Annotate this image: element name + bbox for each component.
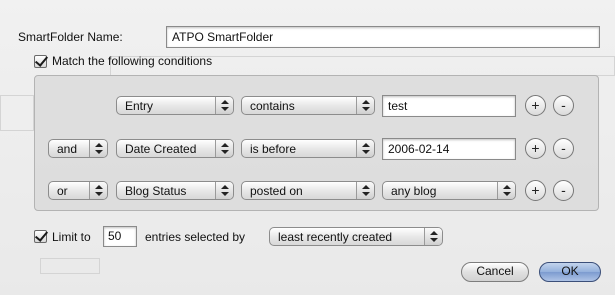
limit-order-label: least recently created [278,230,393,244]
ok-button[interactable]: OK [539,262,601,282]
popup-arrows-icon [356,140,374,157]
condition-2-conjunction-popup[interactable]: and [48,139,108,158]
popup-arrows-icon [356,97,374,114]
popup-arrows-icon [215,140,233,157]
popup-arrows-icon [497,182,515,199]
condition-1-add-button[interactable]: + [525,95,546,116]
condition-3-field-popup[interactable]: Blog Status [116,181,234,200]
condition-1-field-popup[interactable]: Entry [116,96,234,115]
condition-3-field-label: Blog Status [125,184,187,198]
condition-3-add-button[interactable]: + [525,180,546,201]
popup-arrows-icon [424,228,442,245]
popup-arrows-icon [356,182,374,199]
condition-1-operator-popup[interactable]: contains [241,96,375,115]
cancel-button[interactable]: Cancel [461,262,529,282]
condition-2-conjunction-label: and [57,142,78,156]
match-conditions-checkbox[interactable] [34,55,47,68]
condition-2-field-popup[interactable]: Date Created [116,139,234,158]
popup-arrows-icon [89,182,107,199]
condition-1-field-label: Entry [125,99,154,113]
condition-3-conjunction-popup[interactable]: or [48,181,108,200]
condition-2-remove-button[interactable]: - [553,138,574,159]
name-label: SmartFolder Name: [18,30,123,44]
condition-2-value-field[interactable]: 2006-02-14 [382,138,516,160]
limit-checkbox[interactable] [34,230,47,243]
background-window-sidebar [0,95,34,131]
condition-3-conjunction-label: or [57,184,68,198]
condition-2-add-button[interactable]: + [525,138,546,159]
smartfolder-sheet: SmartFolder Name: ATPO SmartFolder Match… [0,0,615,295]
background-window-controls [40,258,100,274]
match-conditions-label: Match the following conditions [52,54,213,68]
popup-arrows-icon [215,97,233,114]
condition-1-value-field[interactable]: test [382,95,516,117]
limit-order-popup[interactable]: least recently created [269,227,443,246]
condition-1-operator-label: contains [250,99,295,113]
condition-3-operator-popup[interactable]: posted on [241,181,375,200]
condition-1-remove-button[interactable]: - [553,95,574,116]
limit-label-suffix: entries selected by [145,230,246,244]
condition-3-value-label: any blog [391,184,437,198]
limit-count-field[interactable]: 50 [103,226,137,247]
limit-label-prefix: Limit to [52,230,91,244]
condition-2-operator-label: is before [250,142,297,156]
condition-3-remove-button[interactable]: - [553,180,574,201]
popup-arrows-icon [215,182,233,199]
popup-arrows-icon [89,140,107,157]
smartfolder-name-field[interactable]: ATPO SmartFolder [166,26,600,48]
condition-2-operator-popup[interactable]: is before [241,139,375,158]
condition-2-field-label: Date Created [125,142,197,156]
condition-3-value-popup[interactable]: any blog [382,181,516,200]
condition-3-operator-label: posted on [250,184,303,198]
